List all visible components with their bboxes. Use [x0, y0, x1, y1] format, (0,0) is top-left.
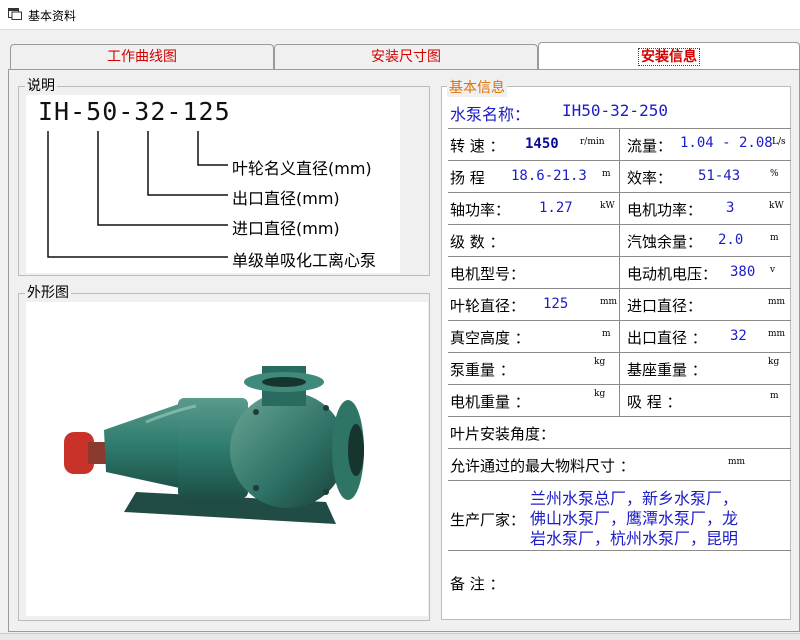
title-bar: 基本资料: [0, 0, 800, 30]
pump-weight-unit: kg: [594, 357, 606, 367]
suction-lift-label: 吸 程 ：: [627, 393, 682, 411]
motor-voltage-unit: v: [770, 265, 776, 275]
flow-unit: L/s: [772, 137, 786, 147]
motor-voltage-label: 电动机电压：: [627, 265, 718, 283]
tab-work-curve[interactable]: 工作曲线图: [10, 44, 274, 70]
npsh-unit: m: [770, 233, 779, 243]
note-outlet: 出口直径(mm): [232, 189, 340, 208]
impeller-dia-value: 125: [543, 296, 569, 312]
head-value: 18.6-21.3: [511, 168, 587, 184]
pump-name-value: IH50-32-250: [562, 101, 668, 120]
manufacturer-label: 生产厂家：: [450, 511, 526, 529]
efficiency-value: 51-43: [698, 168, 741, 184]
max-material-unit: mm: [728, 457, 746, 467]
head-label: 扬 程: [450, 169, 485, 187]
pump-name-label: 水泵名称：: [450, 105, 531, 124]
explain-diagram: IH-50-32-125 叶轮名义直径(mm) 出口直径(mm) 进口直径(mm…: [26, 95, 400, 273]
head-unit: m: [602, 169, 611, 179]
shaft-power-label: 轴功率：: [450, 201, 511, 219]
shaft-power-unit: kW: [600, 201, 615, 211]
max-material-label: 允许通过的最大物料尺寸 ：: [450, 457, 635, 475]
outlet-dia-unit: mm: [768, 329, 786, 339]
flow-value: 1.04 - 2.08: [680, 135, 773, 151]
pump-photo: [26, 302, 428, 616]
motor-power-value: 3: [726, 200, 735, 216]
status-strip: [0, 633, 800, 640]
vacuum-height-label: 真空高度 ：: [450, 329, 530, 347]
motor-power-label: 电机功率：: [627, 201, 703, 219]
npsh-label: 汽蚀余量：: [627, 233, 703, 251]
motor-power-unit: kW: [769, 201, 784, 211]
outlet-dia-value: 32: [730, 328, 747, 344]
explain-legend: 说明: [25, 78, 57, 94]
blade-angle-label: 叶片安装角度：: [450, 425, 556, 443]
motor-voltage-value: 380: [730, 264, 756, 280]
rpm-value: 1450: [525, 136, 559, 152]
shaft-power-value: 1.27: [539, 200, 573, 216]
motor-weight-unit: kg: [594, 389, 606, 399]
vacuum-height-unit: m: [602, 329, 611, 339]
pump-illustration: [64, 366, 364, 524]
outlet-dia-label: 出口直径 ：: [627, 329, 707, 347]
tab-install-dimension[interactable]: 安装尺寸图: [274, 44, 538, 70]
efficiency-label: 效率：: [627, 169, 673, 187]
inlet-dia-unit: mm: [768, 297, 786, 307]
window-icon: [8, 8, 22, 20]
suction-lift-unit: m: [770, 391, 779, 401]
npsh-value: 2.0: [718, 232, 744, 248]
motor-model-label: 电机型号：: [450, 265, 526, 283]
base-weight-label: 基座重量 ：: [627, 361, 707, 379]
base-weight-unit: kg: [768, 357, 780, 367]
window-title: 基本资料: [28, 9, 77, 23]
info-legend: 基本信息: [447, 77, 507, 97]
tab-install-info[interactable]: 安装信息: [538, 42, 800, 72]
flow-label: 流量：: [627, 137, 673, 155]
impeller-dia-unit: mm: [600, 297, 618, 307]
impeller-dia-label: 叶轮直径：: [450, 297, 526, 315]
note-inlet: 进口直径(mm): [232, 219, 340, 238]
motor-weight-label: 电机重量 ：: [450, 393, 530, 411]
pump-weight-label: 泵重量 ：: [450, 361, 515, 379]
efficiency-unit: %: [770, 169, 779, 179]
note-impeller: 叶轮名义直径(mm): [232, 159, 372, 178]
basic-info-table: 水泵名称： IH50-32-250 转 速 ： 1450 r/min 流量： 1…: [441, 86, 791, 620]
remark-label: 备 注 ：: [450, 575, 505, 593]
inlet-dia-label: 进口直径：: [627, 297, 703, 315]
appearance-legend: 外形图: [25, 285, 71, 301]
rpm-unit: r/min: [580, 137, 605, 147]
manufacturer-line-3: 岩水泵厂，杭州水泵厂，昆明: [530, 529, 739, 548]
note-type: 单级单吸化工离心泵: [232, 251, 377, 270]
rpm-label: 转 速 ：: [450, 137, 505, 155]
stages-label: 级 数 ：: [450, 233, 505, 251]
